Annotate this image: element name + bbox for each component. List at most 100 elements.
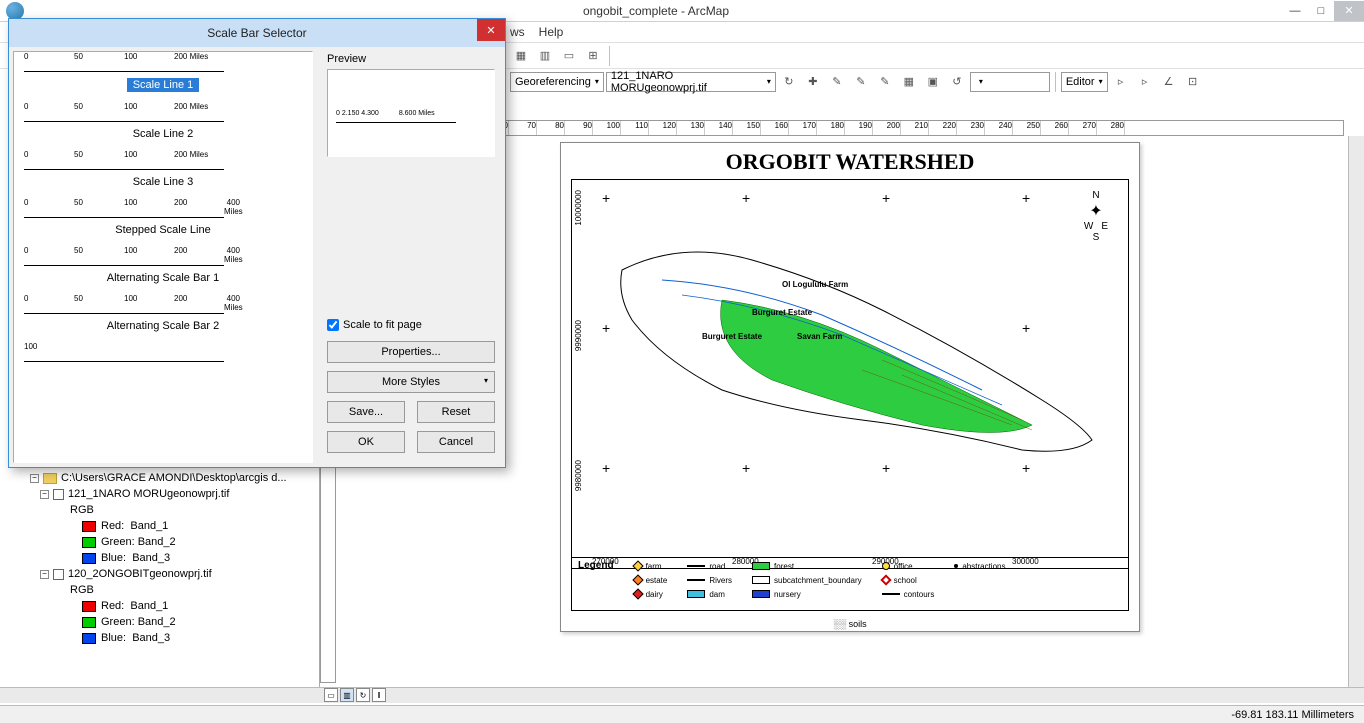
georef-raster-combo[interactable]: 121_1NARO MORUgeonowprj.tif▾ bbox=[606, 72, 776, 92]
refresh-button[interactable]: ↻ bbox=[356, 688, 370, 702]
add-control-points-icon[interactable]: ✚ bbox=[802, 71, 824, 93]
collapse-icon[interactable]: − bbox=[40, 570, 49, 579]
soils-label: ░░ soils bbox=[833, 619, 866, 629]
scale-to-fit-input[interactable] bbox=[327, 319, 339, 331]
window-title: ongobit_complete - ArcMap bbox=[30, 4, 1282, 18]
toc-hscroll[interactable] bbox=[0, 687, 320, 703]
feature-label: Burguret Estate bbox=[702, 332, 762, 341]
view-link-table-icon[interactable]: ▦ bbox=[898, 71, 920, 93]
more-styles-button[interactable]: More Styles bbox=[327, 371, 495, 393]
band-row: Red: Band_1 bbox=[0, 518, 319, 534]
scale-bar-option[interactable]: 050100200 MilesScale Line 2 bbox=[18, 106, 308, 154]
dialog-close-button[interactable]: ✕ bbox=[477, 19, 505, 41]
preview-label: Preview bbox=[327, 53, 495, 65]
edit-tool-icon[interactable]: ▹ bbox=[1110, 71, 1132, 93]
edit-tool-icon[interactable]: ▹ bbox=[1134, 71, 1156, 93]
scale-bar-option[interactable]: 050100200400 MilesStepped Scale Line bbox=[18, 202, 308, 250]
y-coord: 10000000 bbox=[574, 190, 583, 226]
maximize-button[interactable]: □ bbox=[1308, 1, 1334, 21]
preview-box: 0 2.150 4.3008.600 Miles bbox=[327, 69, 495, 157]
watershed-shape bbox=[602, 230, 1102, 530]
empty-combo[interactable]: ▾ bbox=[970, 72, 1050, 92]
layer-type: RGB bbox=[0, 582, 319, 598]
legend-item: dairy bbox=[634, 588, 668, 600]
layer-name: 120_2ONGOBITgeonowprj.tif bbox=[68, 568, 212, 580]
legend-item: farm bbox=[634, 560, 668, 572]
save-button[interactable]: Save... bbox=[327, 401, 405, 423]
legend-item: contours bbox=[882, 588, 935, 600]
tool-icon[interactable]: ✎ bbox=[850, 71, 872, 93]
legend-item: school bbox=[882, 574, 935, 586]
blue-swatch bbox=[82, 553, 96, 564]
scale-to-fit-checkbox[interactable]: Scale to fit page bbox=[327, 319, 495, 331]
dialog-title: Scale Bar Selector bbox=[207, 26, 306, 40]
band-row: Blue: Band_3 bbox=[0, 630, 319, 646]
layer-checkbox[interactable] bbox=[53, 569, 64, 580]
legend-item: forest bbox=[752, 560, 862, 572]
menu-item[interactable]: ws bbox=[510, 25, 525, 39]
blue-swatch bbox=[82, 633, 96, 644]
edit-tool-icon[interactable]: ∠ bbox=[1158, 71, 1180, 93]
red-swatch bbox=[82, 601, 96, 612]
map-vscroll[interactable] bbox=[1348, 136, 1364, 687]
scale-bar-selector-dialog: Scale Bar Selector ✕ 050100200 MilesScal… bbox=[8, 18, 506, 468]
tool-icon[interactable]: ✎ bbox=[826, 71, 848, 93]
scale-bar-option[interactable]: 050100200400 MilesAlternating Scale Bar … bbox=[18, 250, 308, 298]
layout-page[interactable]: ORGOBIT WATERSHED ++++ ++++ ++++ N ✦ WE … bbox=[560, 142, 1140, 632]
toolbar-button[interactable]: ▦ bbox=[510, 45, 532, 67]
layout-view-button[interactable]: ▥ bbox=[340, 688, 354, 702]
green-swatch bbox=[82, 617, 96, 628]
map-hscroll[interactable]: ▭ ▥ ↻ ‖ bbox=[320, 687, 1364, 703]
minimize-button[interactable]: — bbox=[1282, 1, 1308, 21]
status-bar: -69.81 183.11 Millimeters bbox=[0, 705, 1364, 723]
folder-icon bbox=[43, 473, 57, 484]
map-title: ORGOBIT WATERSHED bbox=[561, 149, 1139, 175]
y-coord: 9990000 bbox=[574, 320, 583, 351]
data-view-button[interactable]: ▭ bbox=[324, 688, 338, 702]
toolbar-button[interactable]: ▭ bbox=[558, 45, 580, 67]
collapse-icon[interactable]: − bbox=[30, 474, 39, 483]
properties-button[interactable]: Properties... bbox=[327, 341, 495, 363]
legend-item: road bbox=[687, 560, 732, 572]
legend: Legend farmestatedairy roadRiversdam for… bbox=[571, 557, 1129, 611]
toc-layer[interactable]: − 120_2ONGOBITgeonowprj.tif bbox=[0, 566, 319, 582]
y-coord: 9980000 bbox=[574, 460, 583, 491]
legend-title: Legend bbox=[578, 560, 614, 608]
pause-button[interactable]: ‖ bbox=[372, 688, 386, 702]
cancel-button[interactable]: Cancel bbox=[417, 431, 495, 453]
toolbar-button[interactable]: ⊞ bbox=[582, 45, 604, 67]
scale-bar-option[interactable]: 050100200 MilesScale Line 3 bbox=[18, 154, 308, 202]
legend-item: office bbox=[882, 560, 935, 572]
feature-label: Burguret Estate bbox=[752, 308, 812, 317]
collapse-icon[interactable]: − bbox=[40, 490, 49, 499]
tool-icon[interactable]: ✎ bbox=[874, 71, 896, 93]
scale-bar-option[interactable]: 050100200 MilesScale Line 1 bbox=[18, 56, 308, 106]
edit-tool-icon[interactable]: ⊡ bbox=[1182, 71, 1204, 93]
scale-bar-list[interactable]: 050100200 MilesScale Line 1050100200 Mil… bbox=[13, 51, 313, 463]
tool-icon[interactable]: ↺ bbox=[946, 71, 968, 93]
rotate-icon[interactable]: ↻ bbox=[778, 71, 800, 93]
legend-item: abstractions bbox=[954, 560, 1005, 572]
toc-folder[interactable]: − C:\Users\GRACE AMONDI\Desktop\arcgis d… bbox=[0, 470, 319, 486]
ok-button[interactable]: OK bbox=[327, 431, 405, 453]
folder-path: C:\Users\GRACE AMONDI\Desktop\arcgis d..… bbox=[61, 472, 287, 484]
feature-label: Ol Logululu Farm bbox=[782, 280, 848, 289]
layer-name: 121_1NARO MORUgeonowprj.tif bbox=[68, 488, 229, 500]
layer-checkbox[interactable] bbox=[53, 489, 64, 500]
scale-bar-option[interactable]: 050100200400 MilesAlternating Scale Bar … bbox=[18, 298, 308, 346]
toolbar-button[interactable]: ▥ bbox=[534, 45, 556, 67]
menu-help[interactable]: Help bbox=[539, 25, 564, 39]
band-row: Green: Band_2 bbox=[0, 614, 319, 630]
dialog-titlebar[interactable]: Scale Bar Selector ✕ bbox=[9, 19, 505, 47]
legend-item: dam bbox=[687, 588, 732, 600]
close-button[interactable]: ✕ bbox=[1334, 1, 1364, 21]
legend-item: Rivers bbox=[687, 574, 732, 586]
red-swatch bbox=[82, 521, 96, 532]
toc-layer[interactable]: − 121_1NARO MORUgeonowprj.tif bbox=[0, 486, 319, 502]
scale-bar-option[interactable]: 100 bbox=[18, 346, 308, 376]
tool-icon[interactable]: ▣ bbox=[922, 71, 944, 93]
reset-button[interactable]: Reset bbox=[417, 401, 495, 423]
map-frame[interactable]: ++++ ++++ ++++ N ✦ WE S bbox=[571, 179, 1129, 569]
georeferencing-menu[interactable]: Georeferencing▾ bbox=[510, 72, 604, 92]
editor-menu[interactable]: Editor▾ bbox=[1061, 72, 1108, 92]
